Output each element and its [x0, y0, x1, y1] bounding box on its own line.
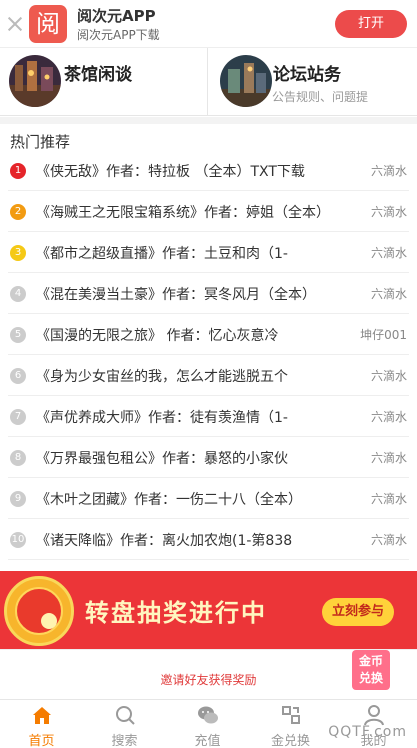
lottery-slogan: 转盘抽奖进行中: [85, 599, 267, 627]
tab-recharge[interactable]: 充值: [166, 700, 249, 748]
poster-name[interactable]: 六滴水: [371, 449, 407, 466]
tab-recharge-label: 充值: [194, 734, 221, 748]
poster-name[interactable]: 六滴水: [371, 367, 407, 384]
tab-exchange-label: 金兑换: [270, 734, 310, 748]
app-logo: 阅: [29, 5, 67, 43]
book-title-link[interactable]: 《身为少女宙丝的我，怎么才能逃脱五个: [36, 366, 336, 386]
book-title-link[interactable]: 《侠无敌》作者：特拉板 （全本）TXT下载: [36, 161, 336, 181]
book-title-link[interactable]: 《都市之超级直播》作者：土豆和肉（1-: [36, 243, 336, 263]
rank-badge: 5: [10, 327, 26, 343]
poster-name[interactable]: 六滴水: [371, 162, 407, 179]
rank-badge: 2: [10, 204, 26, 220]
book-title-link[interactable]: 《木叶之团藏》作者：一伤二十八（全本）: [36, 489, 336, 509]
hot-list-item[interactable]: 10 《诸天降临》作者：离火加农炮(1-第838 六滴水: [8, 519, 409, 560]
tab-search-label: 搜索: [111, 734, 138, 748]
book-title-link[interactable]: 《诸天降临》作者：离火加农炮(1-第838: [36, 530, 336, 550]
rank-badge: 8: [10, 450, 26, 466]
exchange-icon: [282, 706, 300, 724]
lottery-wheel-icon: [4, 576, 74, 646]
forum-site-affairs-name: 论坛站务: [273, 65, 341, 85]
poster-name[interactable]: 六滴水: [371, 408, 407, 425]
search-icon: [116, 706, 135, 725]
hot-list-item[interactable]: 2 《海贼王之无限宝箱系统》作者：婷姐（全本） 六滴水: [8, 191, 409, 232]
rank-badge: 6: [10, 368, 26, 384]
hot-list-item[interactable]: 7 《声优养成大师》作者：徒有羡渔情（1- 六滴水: [8, 396, 409, 437]
watermark: QQTF.com: [328, 724, 407, 740]
book-title-link[interactable]: 《声优养成大师》作者：徒有羡渔情（1-: [36, 407, 336, 427]
forum-teahouse-name: 茶馆闲谈: [64, 65, 132, 85]
tab-exchange[interactable]: 金兑换: [249, 700, 332, 748]
forum-teahouse[interactable]: 茶馆闲谈: [0, 48, 208, 116]
wechat-icon: [198, 706, 218, 724]
book-title-link[interactable]: 《万界最强包租公》作者：暴怒的小家伙: [36, 448, 336, 468]
poster-name[interactable]: 六滴水: [371, 531, 407, 548]
lottery-banner[interactable]: 转盘抽奖进行中 立刻参与: [0, 571, 417, 649]
hot-list: 1 《侠无敌》作者：特拉板 （全本）TXT下载 六滴水 2 《海贼王之无限宝箱系统》作者…: [0, 150, 417, 560]
book-title-link[interactable]: 《混在美漫当土豪》作者：冥冬风月（全本）: [36, 284, 336, 304]
section-divider: [0, 117, 417, 124]
home-icon: [33, 707, 51, 724]
forum-site-affairs[interactable]: 论坛站务 公告规则、问题提: [209, 48, 417, 116]
rank-badge: 10: [10, 532, 26, 548]
poster-name[interactable]: 六滴水: [371, 203, 407, 220]
forum-site-affairs-desc: 公告规则、问题提: [272, 90, 369, 104]
hot-list-item[interactable]: 4 《混在美漫当土豪》作者：冥冬风月（全本） 六滴水: [8, 273, 409, 314]
open-app-button[interactable]: 打开: [335, 10, 407, 38]
tab-home[interactable]: 首页: [0, 700, 83, 748]
rank-badge: 1: [10, 163, 26, 179]
app-subtitle: 阅次元APP下载: [77, 28, 160, 42]
user-icon: [364, 705, 384, 726]
rank-badge: 4: [10, 286, 26, 302]
rank-badge: 3: [10, 245, 26, 261]
hot-list-item[interactable]: 3 《都市之超级直播》作者：土豆和肉（1- 六滴水: [8, 232, 409, 273]
poster-name[interactable]: 坤仔001: [360, 326, 407, 343]
tab-search[interactable]: 搜索: [83, 700, 166, 748]
poster-name[interactable]: 六滴水: [371, 490, 407, 507]
join-lottery-button[interactable]: 立刻参与: [322, 598, 394, 626]
hot-list-item[interactable]: 8 《万界最强包租公》作者：暴怒的小家伙 六滴水: [8, 437, 409, 478]
hot-section-title: 热门推荐: [10, 133, 71, 151]
hot-list-item[interactable]: 9 《木叶之团藏》作者：一伤二十八（全本） 六滴水: [8, 478, 409, 519]
app-title: 阅次元APP: [77, 7, 156, 25]
poster-name[interactable]: 六滴水: [371, 285, 407, 302]
tab-home-label: 首页: [28, 734, 55, 748]
forum-teahouse-avatar: [9, 55, 61, 107]
rank-badge: 9: [10, 491, 26, 507]
forum-shortcuts: 茶馆闲谈 论坛站务 公告规则、问题提: [0, 48, 417, 116]
coin-exchange-button[interactable]: 金币 兑换: [352, 650, 390, 690]
book-title-link[interactable]: 《国漫的无限之旅》 作者：忆心灰意冷: [36, 325, 336, 345]
poster-name[interactable]: 六滴水: [371, 244, 407, 261]
forum-site-affairs-avatar: [220, 55, 272, 107]
hot-list-item[interactable]: 5 《国漫的无限之旅》 作者：忆心灰意冷 坤仔001: [8, 314, 409, 355]
hot-list-item[interactable]: 1 《侠无敌》作者：特拉板 （全本）TXT下载 六滴水: [8, 150, 409, 191]
rank-badge: 7: [10, 409, 26, 425]
app-download-banner: 阅 阅次元APP 阅次元APP下载 打开: [0, 0, 417, 48]
hot-list-item[interactable]: 6 《身为少女宙丝的我，怎么才能逃脱五个 六滴水: [8, 355, 409, 396]
book-title-link[interactable]: 《海贼王之无限宝箱系统》作者：婷姐（全本）: [36, 202, 336, 222]
close-icon[interactable]: [5, 14, 25, 34]
